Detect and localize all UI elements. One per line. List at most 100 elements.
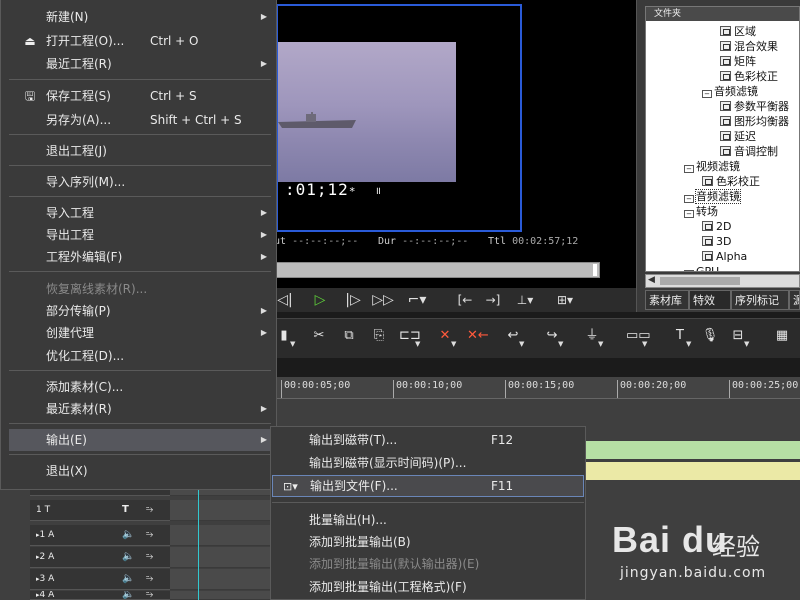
tab-sequence-markers[interactable]: 序列标记: [731, 290, 789, 310]
video-clip[interactable]: [584, 441, 800, 459]
speaker-icon[interactable]: 🔈: [122, 569, 134, 589]
menu-item-save-project[interactable]: 🖫 保存工程(S) Ctrl + S: [9, 85, 271, 107]
speaker-icon[interactable]: 🔈: [122, 591, 134, 599]
sync-icon[interactable]: ⥲: [146, 500, 153, 520]
tree-item[interactable]: 图形均衡器: [720, 114, 789, 129]
track-header-3a[interactable]: ▸3 A 🔈 ⥲: [30, 569, 170, 590]
tree-item[interactable]: Alpha: [702, 249, 747, 264]
menu-item-external-edit[interactable]: 工程外编辑(F) ▶: [9, 246, 271, 268]
undo-icon[interactable]: ↩ ▼: [503, 326, 525, 348]
settings-icon[interactable]: ▮ ▼: [274, 326, 295, 348]
insert-icon[interactable]: ⊥▾: [510, 290, 540, 310]
folder-scrollbar[interactable]: ◀: [645, 274, 800, 288]
tree-item[interactable]: − 转场: [684, 204, 718, 219]
step-forward-icon[interactable]: |▷: [343, 290, 363, 310]
step-back-icon[interactable]: ◁|: [276, 290, 294, 310]
video-frame: [278, 42, 456, 182]
submenu-item-add-to-batch[interactable]: 添加到批量输出(B): [272, 531, 584, 553]
position-slider[interactable]: [276, 262, 600, 278]
transition-icon[interactable]: ▭▭ ▼: [626, 326, 651, 348]
playhead[interactable]: [198, 480, 199, 600]
track-header-1a[interactable]: ▸1 A 🔈 ⥲: [30, 525, 170, 546]
redo-icon[interactable]: ↪ ▼: [542, 326, 564, 348]
effect-icon: [702, 236, 713, 246]
tree-item[interactable]: − 视频滤镜: [684, 159, 740, 174]
menu-item-export-project[interactable]: 导出工程 ▶: [9, 224, 271, 246]
sync-icon[interactable]: ⥲: [146, 569, 153, 589]
track-lane[interactable]: [170, 569, 270, 590]
tree-item-label: 3D: [716, 235, 732, 248]
menu-item-export[interactable]: 输出(E) ▶: [9, 429, 271, 451]
tree-item[interactable]: − 音频滤镜: [684, 189, 741, 204]
tree-item-label: GPU: [696, 265, 720, 272]
menu-item-import-sequence[interactable]: 导入序列(M)...: [9, 171, 271, 193]
track-lane[interactable]: [170, 591, 270, 600]
title-track-icon[interactable]: T: [122, 500, 129, 520]
grid-icon[interactable]: ▦: [772, 326, 792, 346]
tree-item[interactable]: 矩阵: [720, 54, 756, 69]
sync-icon[interactable]: ⥲: [146, 525, 153, 545]
speaker-icon[interactable]: 🔈: [122, 547, 134, 567]
tree-item[interactable]: 2D: [702, 219, 731, 234]
menu-item-add-clip[interactable]: 添加素材(C)...: [9, 376, 271, 398]
track-header-2a[interactable]: ▸2 A 🔈 ⥲: [30, 547, 170, 568]
paste-icon[interactable]: ⎘: [369, 326, 389, 346]
menu-item-close-project[interactable]: 退出工程(J): [9, 140, 271, 162]
loop-icon[interactable]: ⌐▾: [405, 290, 429, 310]
menu-item-partial-transfer[interactable]: 部分传输(P) ▶: [9, 300, 271, 322]
track-lane[interactable]: [170, 547, 270, 568]
delete-icon[interactable]: ✕ ▼: [435, 326, 457, 348]
title-icon[interactable]: T ▼: [670, 326, 691, 348]
speaker-icon[interactable]: 🔈: [122, 525, 134, 545]
tree-item[interactable]: 区域: [720, 24, 756, 39]
submenu-item-export-to-tape-timecode[interactable]: 输出到磁带(显示时间码)(P)...: [272, 452, 584, 474]
tab-effects[interactable]: 特效: [689, 290, 731, 310]
track-lane[interactable]: [170, 500, 270, 521]
fast-forward-icon[interactable]: ▷▷: [371, 290, 395, 310]
mark-out-icon[interactable]: →]: [480, 290, 506, 310]
track-lane[interactable]: [170, 525, 270, 546]
menu-item-recent-projects[interactable]: 最近工程(R) ▶: [9, 53, 271, 75]
copy-icon[interactable]: ⧉: [339, 326, 359, 346]
tree-item[interactable]: − 音频滤镜: [702, 84, 758, 99]
overwrite-icon[interactable]: ⊞▾: [552, 290, 578, 310]
scroll-left-icon[interactable]: ◀: [648, 275, 655, 285]
tree-item[interactable]: 混合效果: [720, 39, 778, 54]
cut-icon[interactable]: ✂: [309, 326, 329, 346]
tab-library[interactable]: 素材库: [645, 290, 689, 310]
track-header-4a[interactable]: ▸4 A 🔈 ⥲: [30, 591, 170, 600]
menu-item-open-project[interactable]: ⏏ 打开工程(O)... Ctrl + O: [9, 30, 271, 52]
tree-item[interactable]: 色彩校正: [720, 69, 778, 84]
sync-icon[interactable]: ⥲: [146, 591, 153, 599]
submenu-item-export-to-file[interactable]: ⊡▾ 输出到文件(F)... F11: [272, 475, 584, 497]
menu-item-consolidate-project[interactable]: 优化工程(D)...: [9, 345, 271, 367]
ripple-delete-icon[interactable]: ✕←: [467, 326, 489, 346]
audio-clip[interactable]: [584, 462, 800, 480]
tree-item[interactable]: 3D: [702, 234, 731, 249]
mark-in-icon[interactable]: [←: [452, 290, 478, 310]
folder-tree[interactable]: 文件夹 区域 混合效果 矩阵 色彩校正 − 音频滤镜 参数平衡器 图形均衡器 延迟 音调控制 − 视频…: [645, 6, 800, 272]
menu-item-create-proxy[interactable]: 创建代理 ▶: [9, 322, 271, 344]
track-header-1t[interactable]: 1 T T ⥲: [30, 500, 170, 521]
play-icon[interactable]: ▷: [310, 290, 330, 310]
render-icon[interactable]: ⊟ ▼: [728, 326, 750, 348]
microphone-icon[interactable]: 🎙: [700, 326, 720, 346]
sync-icon[interactable]: ⥲: [146, 547, 153, 567]
tab-source[interactable]: 源: [789, 290, 800, 310]
tree-item[interactable]: 延迟: [720, 129, 756, 144]
tree-item[interactable]: 色彩校正: [702, 174, 760, 189]
add-marker-icon[interactable]: ⏚ ▼: [582, 326, 603, 348]
tree-item[interactable]: −GPU: [684, 264, 720, 272]
submenu-item-export-to-tape[interactable]: 输出到磁带(T)... F12: [272, 429, 584, 451]
link-icon[interactable]: ⊏⊐ ▼: [399, 326, 421, 348]
menu-item-exit[interactable]: 退出(X): [9, 460, 271, 482]
tree-item[interactable]: 参数平衡器: [720, 99, 789, 114]
submenu-item-batch-export[interactable]: 批量输出(H)...: [272, 509, 584, 531]
submenu-item-add-to-batch-project-format[interactable]: 添加到批量输出(工程格式)(F): [272, 576, 584, 598]
tree-item[interactable]: 音调控制: [720, 144, 778, 159]
menu-item-new[interactable]: 新建(N) ▶: [9, 6, 271, 28]
menu-item-save-as[interactable]: 另存为(A)... Shift + Ctrl + S: [9, 109, 271, 131]
scroll-thumb[interactable]: [660, 277, 740, 285]
menu-item-recent-clips[interactable]: 最近素材(R) ▶: [9, 398, 271, 420]
menu-item-import-project[interactable]: 导入工程 ▶: [9, 202, 271, 224]
